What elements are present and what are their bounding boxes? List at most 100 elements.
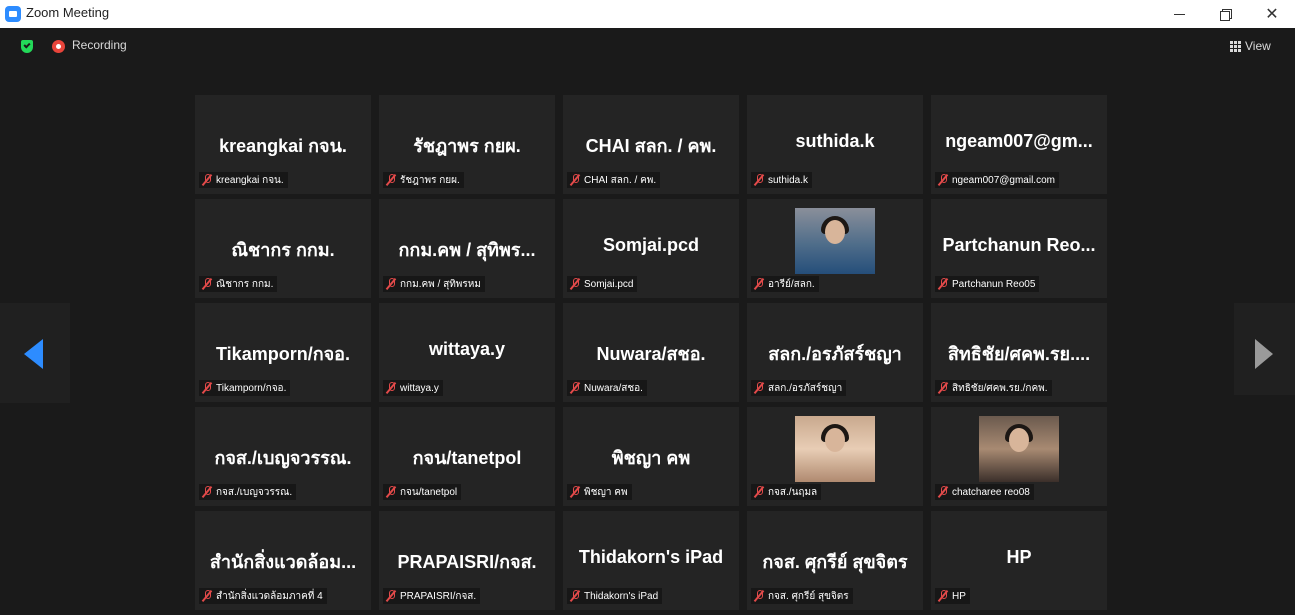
participant-display-name: สิทธิชัย/ศคพ.รย.... (947, 344, 1091, 364)
participant-tile[interactable]: suthida.k suthida.k (747, 95, 923, 194)
participant-tile[interactable]: พิชญา คพ พิชญา คพ (563, 407, 739, 506)
participant-name-label: ณิชากร กกม. (199, 276, 278, 292)
participant-name-label: กจน/tanetpol (383, 484, 462, 500)
participant-name: กจส./เบญจวรรณ. (216, 486, 293, 498)
participant-name-label: กกม.คพ / สุทิพรหม (383, 276, 485, 292)
participant-display-name: Tikamporn/กจอ. (216, 344, 350, 364)
participant-tile[interactable]: Somjai.pcd Somjai.pcd (563, 199, 739, 298)
participant-tile[interactable]: kreangkai กจน. kreangkai กจน. (195, 95, 371, 194)
minimize-button[interactable] (1157, 0, 1203, 28)
participant-display-name: CHAI สลก. / คพ. (585, 136, 717, 156)
participant-tile[interactable]: กจส./นฤมล (747, 407, 923, 506)
mic-muted-icon (754, 486, 764, 498)
participant-name: พิชญา คพ (584, 486, 628, 498)
participant-tile[interactable]: wittaya.y wittaya.y (379, 303, 555, 402)
participant-name: รัชฎาพร กยผ. (400, 174, 460, 186)
participant-name-label: Tikamporn/กจอ. (199, 380, 291, 396)
participant-tile[interactable]: Partchanun Reo... Partchanun Reo05 (931, 199, 1107, 298)
participant-display-name: สลก./อรภัสร์ชญา (768, 344, 902, 364)
participant-name: Somjai.pcd (584, 278, 634, 290)
mic-muted-icon (938, 382, 948, 394)
recording-icon[interactable] (52, 40, 65, 53)
participant-video (795, 416, 875, 482)
participant-name-label: พิชญา คพ (567, 484, 632, 500)
participant-name: สลก./อรภัสร์ชญา (768, 382, 843, 394)
participant-display-name: suthida.k (795, 131, 875, 151)
mic-muted-icon (754, 382, 764, 394)
participant-name: wittaya.y (400, 382, 439, 394)
participant-tile[interactable]: Nuwara/สชอ. Nuwara/สชอ. (563, 303, 739, 402)
participant-tile[interactable]: Tikamporn/กจอ. Tikamporn/กจอ. (195, 303, 371, 402)
participant-tile[interactable]: CHAI สลก. / คพ. CHAI สลก. / คพ. (563, 95, 739, 194)
participant-display-name: กจส. ศุกรีย์ สุขจิตร (762, 552, 908, 572)
participant-name: CHAI สลก. / คพ. (584, 174, 657, 186)
restore-button[interactable] (1203, 0, 1249, 28)
participant-tile[interactable]: กจส./เบญจวรรณ. กจส./เบญจวรรณ. (195, 407, 371, 506)
participant-tile[interactable]: รัชฎาพร กยผ. รัชฎาพร กยผ. (379, 95, 555, 194)
participant-tile[interactable]: กกม.คพ / สุทิพร... กกม.คพ / สุทิพรหม (379, 199, 555, 298)
mic-muted-icon (570, 382, 580, 394)
participant-name-label: kreangkai กจน. (199, 172, 288, 188)
minimize-icon (1174, 14, 1185, 15)
view-label: View (1245, 39, 1271, 53)
participant-tile[interactable]: กจน/tanetpol กจน/tanetpol (379, 407, 555, 506)
mic-muted-icon (386, 278, 396, 290)
participant-name-label: สำนักสิ่งแวดล้อมภาคที่ 4 (199, 588, 327, 604)
mic-muted-icon (754, 174, 764, 186)
participant-display-name: ngeam007@gm... (945, 131, 1093, 151)
recording-label[interactable]: Recording (72, 38, 127, 52)
participant-name-label: Partchanun Reo05 (935, 276, 1040, 292)
mic-muted-icon (202, 174, 212, 186)
encryption-shield-icon[interactable] (21, 40, 33, 53)
participant-name: kreangkai กจน. (216, 174, 284, 186)
participant-name: กจส./นฤมล (768, 486, 818, 498)
participant-tile[interactable]: HP HP (931, 511, 1107, 610)
participant-display-name: Partchanun Reo... (942, 235, 1096, 255)
mic-muted-icon (202, 486, 212, 498)
participant-tile[interactable]: สำนักสิ่งแวดล้อม... สำนักสิ่งแวดล้อมภาคที… (195, 511, 371, 610)
participant-tile[interactable]: ณิชากร กกม. ณิชากร กกม. (195, 199, 371, 298)
participant-name-label: PRAPAISRI/กจส. (383, 588, 481, 604)
participant-tile[interactable]: สิทธิชัย/ศคพ.รย.... สิทธิชัย/ศคพ.รย./กคพ. (931, 303, 1107, 402)
participant-tile[interactable]: กจส. ศุกรีย์ สุขจิตร กจส. ศุกรีย์ สุขจิตร (747, 511, 923, 610)
participant-name: ngeam007@gmail.com (952, 174, 1055, 186)
mic-muted-icon (386, 590, 396, 602)
participant-tile[interactable]: อารีย์/สลก. (747, 199, 923, 298)
participant-display-name: สำนักสิ่งแวดล้อม... (209, 552, 357, 572)
close-button[interactable]: ✕ (1249, 0, 1295, 28)
participant-video-face (1009, 428, 1029, 452)
participant-name: กจน/tanetpol (400, 486, 458, 498)
mic-muted-icon (754, 590, 764, 602)
window-title: Zoom Meeting (26, 5, 110, 20)
mic-muted-icon (570, 486, 580, 498)
participant-name-label: Thidakorn's iPad (567, 588, 663, 604)
participant-name-label: CHAI สลก. / คพ. (567, 172, 661, 188)
participant-name-label: chatcharee reo08 (935, 484, 1034, 500)
participant-display-name: กกม.คพ / สุทิพร... (398, 240, 536, 260)
participant-tile[interactable]: ngeam007@gm... ngeam007@gmail.com (931, 95, 1107, 194)
chevron-right-icon[interactable] (1255, 339, 1273, 369)
participant-tile[interactable]: chatcharee reo08 (931, 407, 1107, 506)
participant-name-label: กจส./นฤมล (751, 484, 822, 500)
mic-muted-icon (938, 174, 948, 186)
participant-video-face (825, 428, 845, 452)
participant-name: ณิชากร กกม. (216, 278, 274, 290)
participant-tile[interactable]: สลก./อรภัสร์ชญา สลก./อรภัสร์ชญา (747, 303, 923, 402)
participant-name-label: สลก./อรภัสร์ชญา (751, 380, 847, 396)
participant-tile[interactable]: Thidakorn's iPad Thidakorn's iPad (563, 511, 739, 610)
mic-muted-icon (386, 174, 396, 186)
participant-tile[interactable]: PRAPAISRI/กจส. PRAPAISRI/กจส. (379, 511, 555, 610)
window-title-bar: Zoom Meeting ✕ (0, 0, 1295, 28)
participant-name: สำนักสิ่งแวดล้อมภาคที่ 4 (216, 590, 323, 602)
participant-display-name: รัชฎาพร กยผ. (413, 136, 521, 156)
participant-name: Thidakorn's iPad (584, 590, 659, 602)
grid-view-icon (1230, 40, 1241, 52)
participant-name-label: suthida.k (751, 172, 813, 188)
participant-name-label: กจส./เบญจวรรณ. (199, 484, 297, 500)
participant-name: กกม.คพ / สุทิพรหม (400, 278, 481, 290)
chevron-left-icon[interactable] (24, 339, 43, 369)
view-button[interactable]: View (1230, 36, 1271, 56)
mic-muted-icon (386, 486, 396, 498)
participant-name: Tikamporn/กจอ. (216, 382, 287, 394)
participant-name: chatcharee reo08 (952, 486, 1030, 498)
